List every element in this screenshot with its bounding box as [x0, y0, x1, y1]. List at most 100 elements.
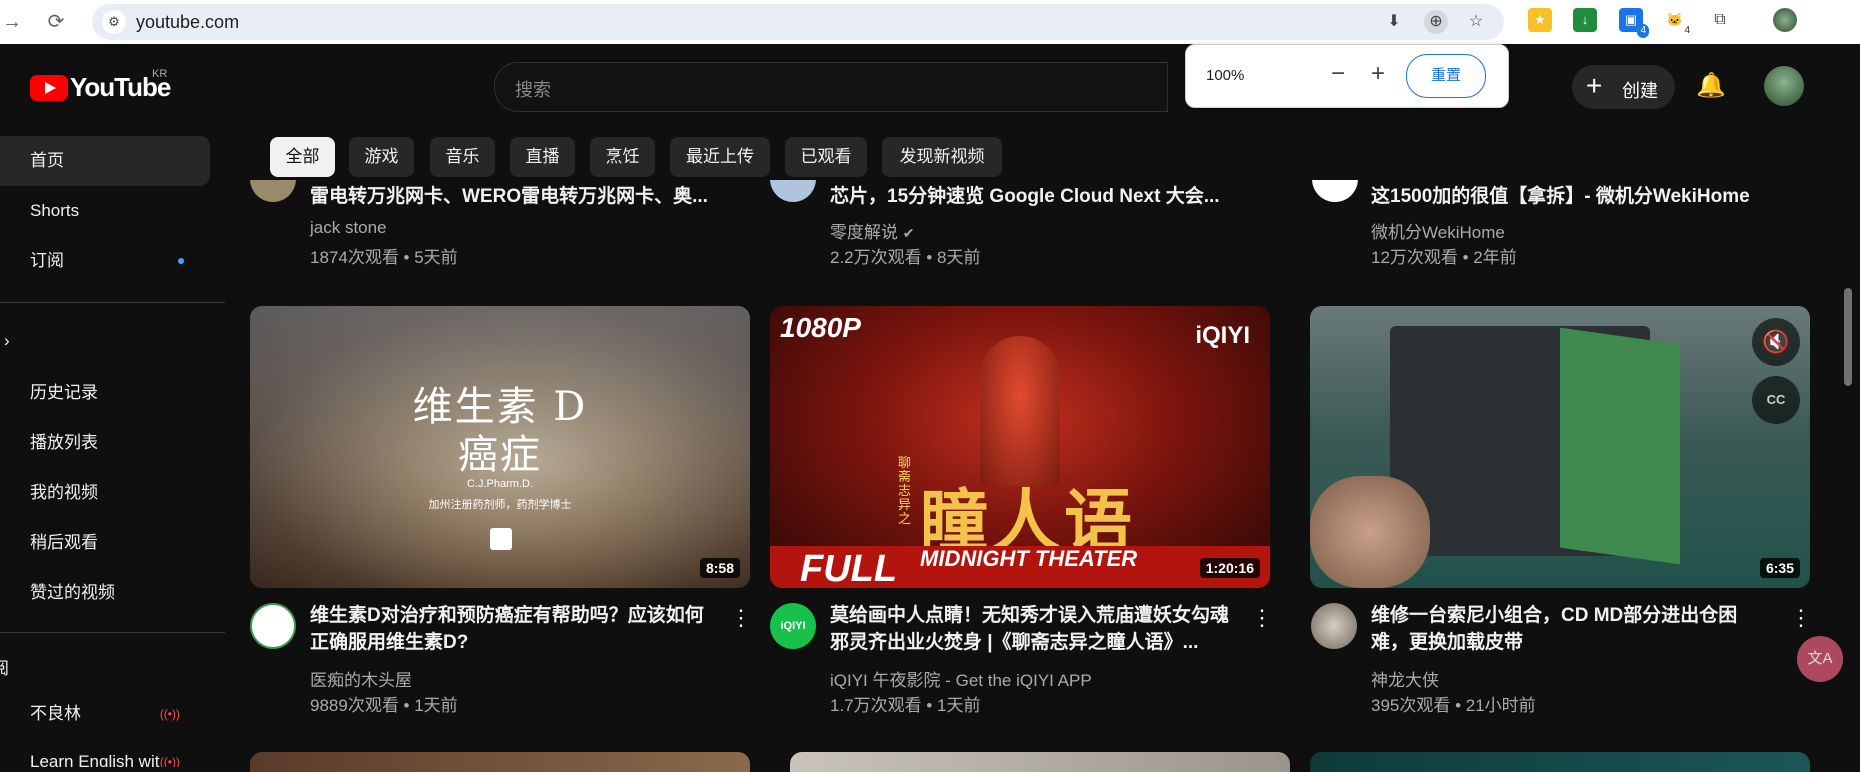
sidebar-divider — [0, 632, 225, 633]
extension-badge: 4 — [1684, 25, 1690, 36]
zoom-icon[interactable]: ⊕ — [1424, 10, 1448, 34]
sidebar-item-subscriptions[interactable]: 订阅 — [0, 236, 210, 286]
forward-icon[interactable]: → — [0, 10, 24, 34]
video-thumbnail[interactable]: 维生素 D 癌症 C.J.Pharm.D. 加州注册药剂师，药剂学博士 8:58 — [250, 306, 750, 588]
sidebar-item-label: 首页 — [30, 151, 64, 170]
channel-name[interactable]: 零度解说 ✔ — [830, 218, 914, 243]
video-thumbnail[interactable]: 🔇 CC 6:35 — [1310, 306, 1810, 588]
sidebar-item-liked-videos[interactable]: 赞过的视频 — [0, 568, 210, 618]
thumbnail-circuit-board — [1560, 327, 1680, 565]
translate-icon[interactable]: 文A — [1797, 636, 1843, 682]
install-app-icon[interactable]: ⬇ — [1382, 10, 1406, 34]
video-title[interactable]: 雷电转万兆网卡、WERO雷电转万兆网卡、奥... — [310, 183, 730, 211]
subscriptions-section-title: 阅 — [0, 659, 9, 678]
verified-badge-icon: ✔ — [902, 225, 915, 241]
sidebar-item-label: 播放列表 — [30, 433, 98, 452]
page-scrollbar[interactable] — [1844, 288, 1852, 386]
video-title[interactable]: 芯片，15分钟速览 Google Cloud Next 大会... — [830, 183, 1250, 211]
chip-watched[interactable]: 已观看 — [785, 137, 867, 177]
channel-avatar[interactable]: iQIYI — [770, 603, 816, 649]
search-input[interactable]: 搜索 — [515, 76, 551, 102]
sidebar-item-shorts[interactable]: Shorts — [0, 186, 210, 236]
chip-music[interactable]: 音乐 — [430, 137, 495, 177]
create-button[interactable]: + 创建 — [1572, 65, 1675, 109]
chip-cooking[interactable]: 烹饪 — [590, 137, 655, 177]
channel-name[interactable]: 微机分WekiHome — [1371, 218, 1505, 243]
search-box[interactable]: 搜索 — [494, 62, 1168, 112]
zoom-out-button[interactable]: − — [1324, 61, 1352, 89]
zoom-reset-button[interactable]: 重置 — [1406, 54, 1486, 98]
channel-name[interactable]: 医痴的木头屋 — [310, 666, 412, 691]
sidebar-divider — [0, 302, 225, 303]
channel-name[interactable]: iQIYI 午夜影院 - Get the iQIYI APP — [830, 666, 1092, 691]
sidebar-item-watch-later[interactable]: 稍后观看 — [0, 518, 210, 568]
sidebar-item-label: 订阅 — [30, 251, 64, 270]
channel-name-text: 零度解说 — [830, 223, 898, 242]
sidebar-item-home[interactable]: 首页 — [0, 136, 210, 186]
url-text[interactable]: youtube.com — [136, 12, 239, 33]
sidebar-subscription-channel[interactable]: 不良林 ((•)) — [0, 689, 210, 739]
tab-extension-icon[interactable]: ▣ 4 — [1619, 8, 1649, 38]
thumbnail-text: 加州注册药剂师，药剂学博士 — [428, 499, 572, 511]
channel-name[interactable]: 神龙大侠 — [1371, 666, 1439, 691]
video-stats: 12万次观看 • 2年前 — [1371, 248, 1517, 267]
more-options-icon[interactable]: ⋮ — [1251, 607, 1273, 629]
zoom-in-button[interactable]: + — [1364, 61, 1392, 89]
thumbnail-hand — [1310, 476, 1430, 588]
sidebar-item-my-videos[interactable]: 我的视频 — [0, 468, 210, 518]
video-stats: 1.7万次观看 • 1天前 — [830, 696, 981, 715]
thumbnail-text: iQIYI — [1195, 322, 1250, 349]
video-duration: 6:35 — [1759, 558, 1800, 578]
video-thumbnail[interactable] — [790, 752, 1290, 772]
mute-icon[interactable]: 🔇 — [1752, 318, 1800, 366]
more-options-icon[interactable]: ⋮ — [730, 607, 752, 629]
video-stats: 1874次观看 • 5天前 — [310, 248, 458, 267]
site-info-icon[interactable]: ⚙ — [102, 10, 126, 34]
you-section-chevron-icon[interactable]: › — [0, 316, 210, 366]
sidebar-item-history[interactable]: 历史记录 — [0, 368, 210, 418]
sidebar-item-label: 稍后观看 — [30, 533, 98, 552]
video-stats: 395次观看 • 21小时前 — [1371, 696, 1536, 715]
notifications-bell-icon[interactable]: 🔔 — [1695, 70, 1727, 102]
channel-name: Learn English wit — [30, 752, 160, 767]
account-avatar[interactable] — [1764, 66, 1804, 106]
channel-avatar[interactable] — [1311, 603, 1357, 649]
sidebar-subscription-channel[interactable]: Learn English wit ((•)) — [0, 737, 210, 767]
chip-all[interactable]: 全部 — [270, 137, 335, 177]
video-thumbnail[interactable] — [250, 752, 750, 772]
chip-live[interactable]: 直播 — [510, 137, 575, 177]
channel-name[interactable]: jack stone — [310, 218, 387, 238]
browser-toolbar: → ⟳ ⚙ youtube.com ⬇ ⊕ ☆ ★ ↓ ▣ 4 🐱 4 ⧉ — [0, 0, 1860, 44]
more-options-icon[interactable]: ⋮ — [1790, 607, 1812, 629]
thumbnail-text: FULL — [800, 548, 898, 588]
video-thumbnail[interactable] — [1310, 752, 1810, 772]
extensions-puzzle-icon[interactable]: ⧉ — [1708, 8, 1732, 32]
region-code: KR — [152, 68, 168, 80]
channel-avatar[interactable] — [1312, 180, 1358, 202]
download-extension-icon[interactable]: ↓ — [1573, 8, 1597, 32]
video-stats: 2.2万次观看 • 8天前 — [830, 248, 981, 267]
live-indicator-icon: ((•)) — [159, 707, 180, 721]
video-thumbnail[interactable]: 1080P iQIYI 聊斋志异之 瞳人语 FULL MIDNIGHT THEA… — [770, 306, 1270, 588]
thumbnail-text: MIDNIGHT THEATER — [920, 546, 1138, 571]
captions-icon[interactable]: CC — [1752, 376, 1800, 424]
chip-recently-uploaded[interactable]: 最近上传 — [670, 137, 770, 177]
video-title[interactable]: 莫给画中人点睛！无知秀才误入荒庙遭妖女勾魂 邪灵齐出业火焚身 |《聊斋志异之瞳人… — [830, 602, 1250, 658]
video-title[interactable]: 维生素D对治疗和预防癌症有帮助吗？应该如何正确服用维生素D? — [310, 602, 720, 658]
channel-avatar[interactable] — [250, 603, 296, 649]
address-bar[interactable]: ⚙ youtube.com ⬇ ⊕ ☆ — [92, 4, 1504, 40]
profile-avatar-icon[interactable] — [1773, 8, 1797, 32]
sidebar-item-playlists[interactable]: 播放列表 — [0, 418, 210, 468]
zoom-level: 100% — [1206, 67, 1245, 84]
chip-discover[interactable]: 发现新视频 — [882, 137, 1002, 177]
bookmark-extension-icon[interactable]: ★ — [1528, 8, 1552, 32]
bookmark-star-icon[interactable]: ☆ — [1464, 10, 1488, 34]
chip-games[interactable]: 游戏 — [349, 137, 414, 177]
sidebar-item-label: Shorts — [30, 201, 80, 220]
video-title[interactable]: 这1500加的很值【拿拆】- 微机分WekiHome — [1371, 183, 1791, 211]
reload-icon[interactable]: ⟳ — [44, 10, 68, 34]
cat-extension-icon[interactable]: 🐱 4 — [1663, 8, 1690, 36]
video-title[interactable]: 维修一台索尼小组合，CD MD部分进出仓困难，更换加载皮带 — [1371, 602, 1771, 658]
live-indicator-icon: ((•)) — [159, 755, 180, 767]
new-content-dot — [178, 258, 184, 264]
